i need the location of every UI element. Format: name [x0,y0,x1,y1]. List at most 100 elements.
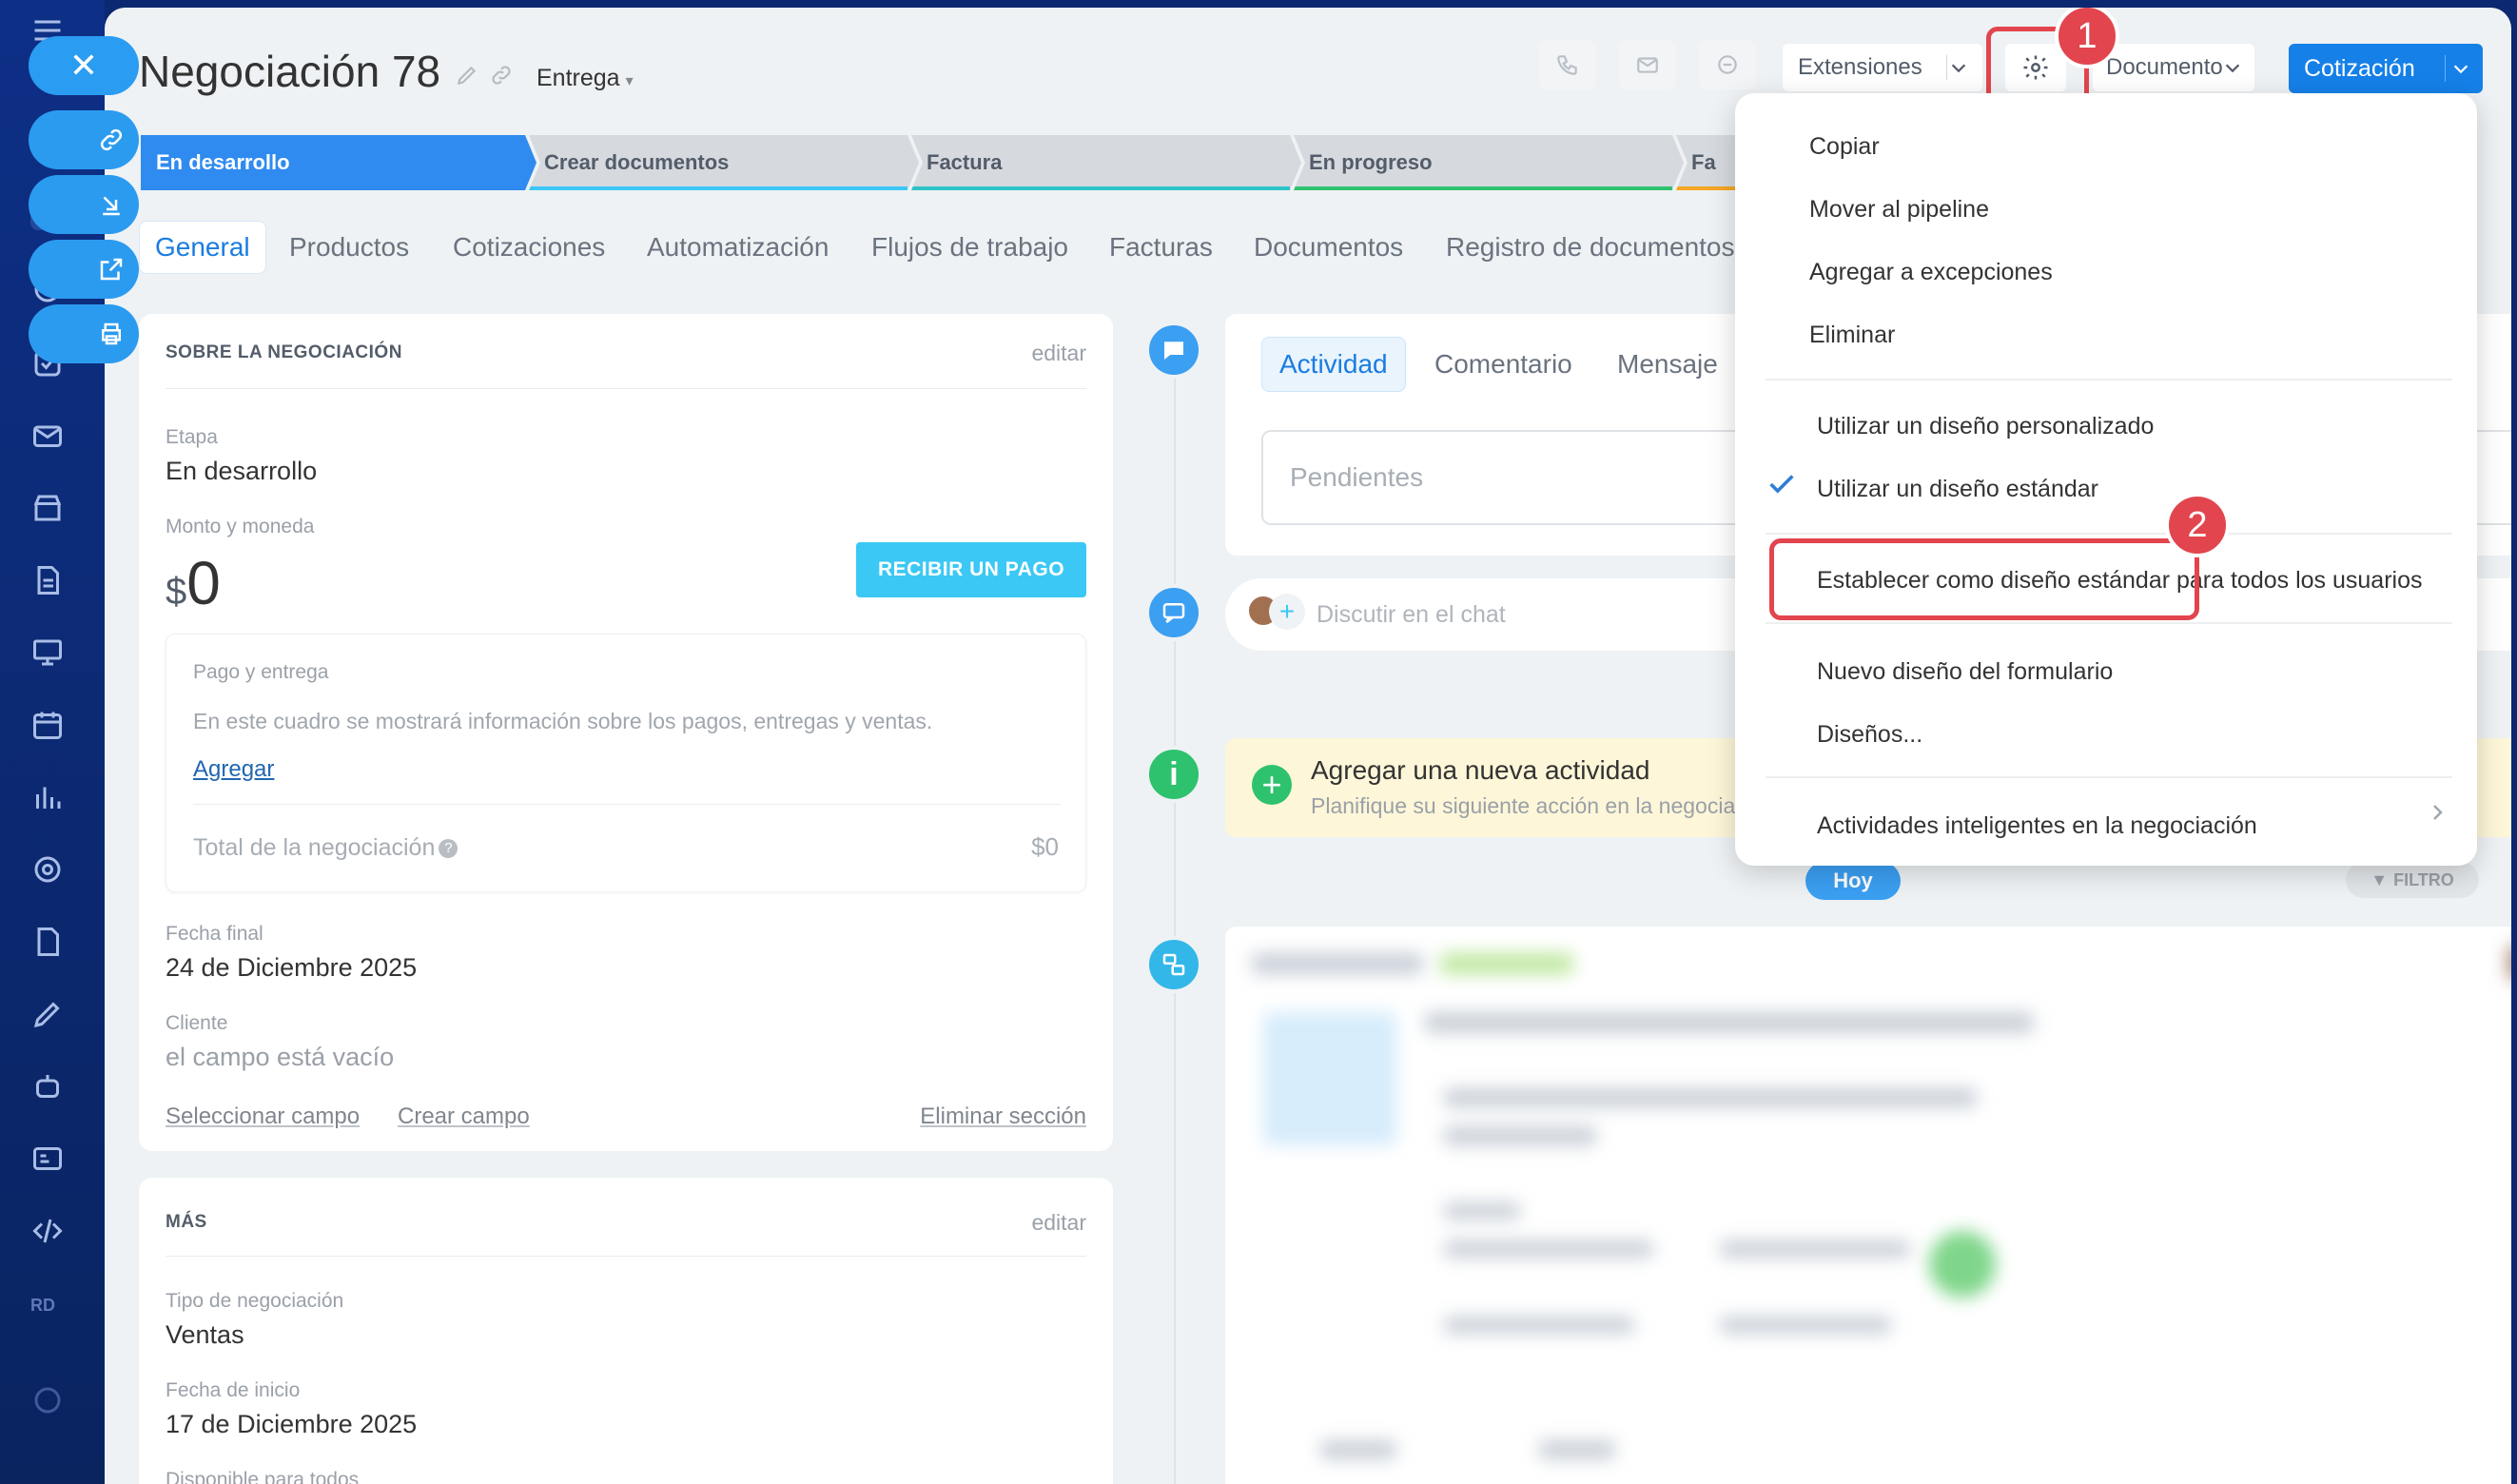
quote-button[interactable]: Cotización [2289,44,2483,93]
amount-field-value[interactable]: $0 [166,548,221,618]
code-icon[interactable] [30,1214,65,1248]
select-field-link[interactable]: Seleccionar campo [166,1103,360,1130]
minimize-button[interactable] [29,175,139,234]
tab-cotizaciones[interactable]: Cotizaciones [453,221,605,274]
stage-color-bar [529,186,907,190]
tab-automatizacion[interactable]: Automatización [647,221,829,274]
blur-block [1440,953,1573,974]
chevron-down-icon [2225,64,2240,73]
client-value[interactable]: el campo está vacío [166,1043,394,1072]
open-new-window-button[interactable] [29,240,139,299]
highlight-new-form [1769,538,2199,620]
add-participant-icon[interactable]: + [1269,594,1305,630]
create-field-link[interactable]: Crear campo [398,1103,530,1130]
calendar-icon[interactable] [30,708,65,742]
link-icon[interactable] [489,63,514,88]
menu-item-standard-design[interactable]: Utilizar un diseño estándar [1817,476,2098,503]
blur-block [1444,1088,1977,1107]
tab-registro[interactable]: Registro de documentos [1446,221,1735,274]
deal-type-label: Tipo de negociación [166,1290,344,1312]
total-label: Total de la negociación? [193,834,459,862]
filter-icon: ▼ [2371,869,2389,889]
menu-item-custom-design[interactable]: Utilizar un diseño personalizado [1817,413,2154,440]
start-date-label: Fecha de inicio [166,1379,301,1401]
tab-comentario[interactable]: Comentario [1434,337,1572,392]
extensions-button[interactable]: Extensiones [1783,44,1982,91]
presentation-icon[interactable] [30,635,65,670]
print-button[interactable] [29,304,139,363]
divider [166,388,1086,389]
chat-button[interactable] [1699,40,1756,89]
stage-en-desarrollo[interactable]: En desarrollo [141,135,537,190]
menu-item-smart-activities[interactable]: Actividades inteligentes en la negociaci… [1817,812,2257,840]
stage-en-progreso[interactable]: En progreso [1294,135,1684,190]
menu-item-mover[interactable]: Mover al pipeline [1809,196,1989,224]
payment-description: En este cuadro se mostrará información s… [193,709,933,733]
tab-actividad[interactable]: Actividad [1261,337,1406,392]
email-button[interactable] [1619,40,1676,89]
automation-icon[interactable] [30,852,65,887]
close-date-value[interactable]: 24 de Diciembre 2025 [166,953,417,983]
edit-link[interactable]: editar [1031,341,1086,366]
user-initials[interactable]: RD [30,1296,55,1316]
close-date-label: Fecha final [166,923,263,945]
menu-item-excepciones[interactable]: Agregar a excepciones [1809,259,2053,286]
document-button[interactable]: Documento [2093,44,2254,91]
stage-color-bar [1294,186,1672,190]
pencil-icon[interactable] [455,63,479,88]
stage-field-label: Etapa [166,426,218,448]
deal-panel: Negociación 78 Entrega ▾ Extensiones Docu… [105,8,2511,1484]
sign-icon[interactable] [30,925,65,959]
menu-item-copiar[interactable]: Copiar [1809,133,1880,161]
delete-section-link[interactable]: Eliminar sección [920,1103,1086,1130]
robot-icon[interactable] [30,1069,65,1103]
document-icon[interactable] [30,563,65,597]
phone-icon [1557,55,1577,75]
tab-documentos[interactable]: Documentos [1254,221,1403,274]
stage-label: Crear documentos [544,150,730,174]
filter-button[interactable]: ▼ FILTRO [2346,862,2479,898]
pen-icon[interactable] [30,997,65,1031]
menu-item-designs[interactable]: Diseños... [1817,721,1922,749]
menu-item-eliminar[interactable]: Eliminar [1809,322,1895,349]
blur-block [2507,946,2511,980]
stage-factura[interactable]: Factura [911,135,1301,190]
pipeline-selector[interactable]: Entrega ▾ [537,65,634,92]
blur-block [1444,1126,1596,1145]
stage-field-value[interactable]: En desarrollo [166,457,317,486]
start-date-value[interactable]: 17 de Diciembre 2025 [166,1410,417,1439]
tab-general[interactable]: General [139,221,266,274]
divider [166,1256,1086,1257]
analytics-icon[interactable] [30,780,65,814]
menu-item-new-form-design[interactable]: Nuevo diseño del formulario [1817,658,2113,686]
currency-symbol: $ [166,571,187,613]
document-label: Documento [2106,54,2223,80]
settings-icon[interactable] [30,1383,65,1417]
stage-crear-documentos[interactable]: Crear documentos [529,135,919,190]
mail-icon[interactable] [30,419,65,453]
filter-label: FILTRO [2393,869,2454,889]
activity-bubble-icon [1145,322,1202,379]
chevron-right-icon [2433,805,2443,820]
help-icon[interactable]: ? [439,839,459,859]
checkmark-icon [1769,475,1794,494]
section-title: SOBRE LA NEGOCIACIÓN [166,342,402,362]
add-payment-link[interactable]: Agregar [193,756,274,783]
store-icon[interactable] [30,491,65,525]
deal-type-value[interactable]: Ventas [166,1320,244,1350]
edit-link[interactable]: editar [1031,1210,1086,1236]
phone-button[interactable] [1539,40,1596,89]
tab-mensaje[interactable]: Mensaje [1617,337,1718,392]
tab-productos[interactable]: Productos [289,221,409,274]
chevron-down-icon [1951,64,1966,73]
contact-card-icon[interactable] [30,1142,65,1176]
tab-facturas[interactable]: Facturas [1109,221,1213,274]
tab-flujos[interactable]: Flujos de trabajo [871,221,1068,274]
stage-label: Fa [1691,150,1716,174]
receive-payment-button[interactable]: RECIBIR UN PAGO [856,542,1086,597]
blur-block [1425,1012,2034,1033]
pipeline-label: Entrega [537,65,620,91]
close-slider-button[interactable]: ✕ [29,36,139,95]
blur-block [1263,1012,1396,1145]
copy-link-button[interactable] [29,110,139,169]
